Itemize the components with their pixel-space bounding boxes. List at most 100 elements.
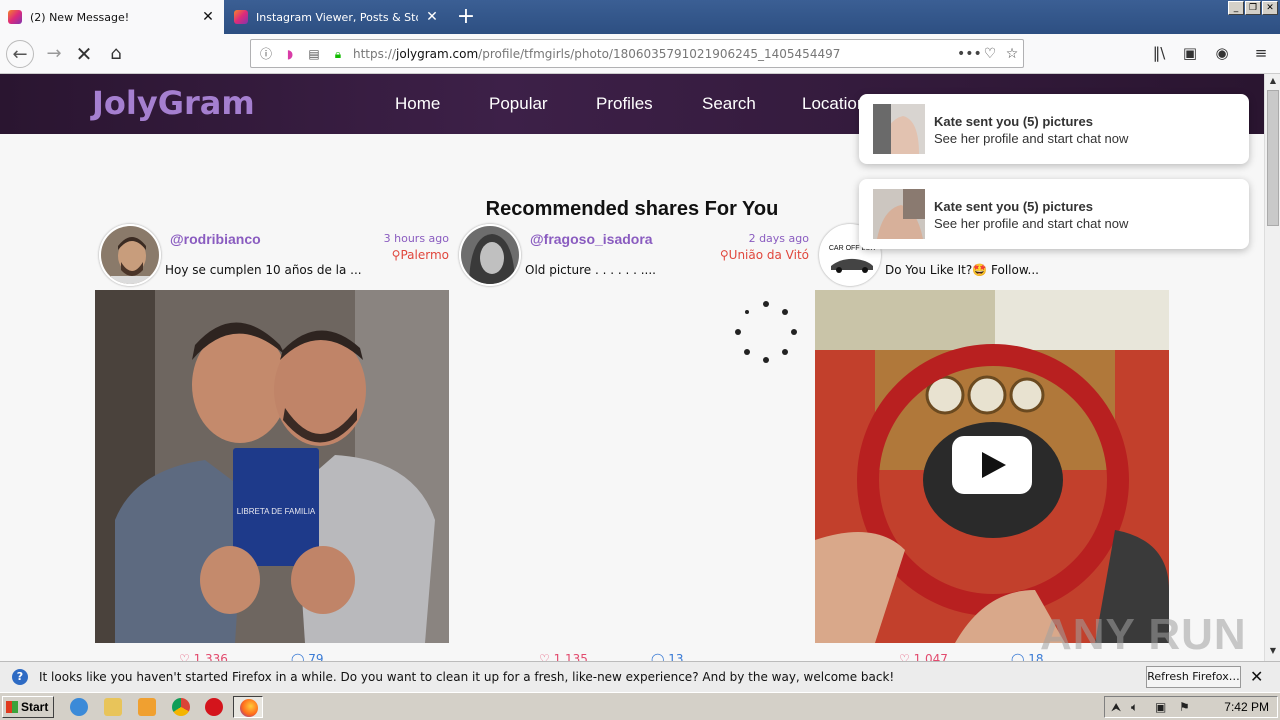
library-icon[interactable]: ‖\ [1148, 42, 1170, 64]
avatar[interactable] [459, 224, 521, 286]
info-icon[interactable]: ⓘ [257, 45, 275, 63]
minimize-button[interactable]: _ [1228, 1, 1244, 15]
taskbar: Start ⮝ 🔈︎ ▣ ⚑ 7:42 PM [0, 692, 1280, 720]
tab-title: (2) New Message! [30, 10, 130, 24]
post-username[interactable]: @rodribianco [170, 231, 261, 247]
system-tray: ⮝ 🔈︎ ▣ ⚑ 7:42 PM [1104, 696, 1278, 718]
post-caption: Do You Like It?🤩 Follow... [885, 263, 1039, 277]
site-logo[interactable]: JolyGram [92, 84, 255, 122]
volume-icon[interactable]: 🔈︎ [1131, 700, 1138, 715]
instagram-favicon-icon [8, 10, 22, 24]
instagram-favicon-icon [234, 10, 248, 24]
refresh-firefox-button[interactable]: Refresh Firefox… [1146, 666, 1241, 688]
post-time: 2 days ago [748, 232, 809, 245]
avatar-image [101, 226, 159, 284]
taskbar-firefox-button[interactable] [233, 696, 263, 718]
clock: 7:42 PM [1224, 700, 1269, 714]
menu-home[interactable]: Home [395, 94, 440, 114]
menu-popular[interactable]: Popular [489, 94, 548, 114]
post-time: 3 hours ago [383, 232, 449, 245]
close-window-button[interactable]: ✕ [1262, 1, 1278, 15]
tab-new-message[interactable]: (2) New Message! ✕ [0, 0, 224, 34]
firefox-notification-bar: ? It looks like you haven't started Fire… [0, 661, 1280, 692]
permissions-icon[interactable]: ▤ [305, 45, 323, 63]
ie-icon[interactable] [70, 698, 88, 716]
post-caption: Hoy se cumplen 10 años de la ... [165, 263, 362, 277]
likes-count: ♡ 1,047 [899, 652, 948, 661]
media-player-icon[interactable] [138, 698, 156, 716]
lock-icon[interactable]: 🔒︎ [329, 45, 347, 63]
tray-arrow-icon[interactable]: ⮝ [1111, 700, 1121, 715]
tracking-shield-icon[interactable]: ◗ [281, 45, 299, 63]
network-icon[interactable]: ▣ [1155, 700, 1166, 714]
toast-title: Kate sent you (5) pictures [934, 114, 1093, 129]
toast-thumbnail [873, 104, 925, 154]
notification-message: It looks like you haven't started Firefo… [39, 670, 895, 684]
menu-search[interactable]: Search [702, 94, 756, 114]
tab-title: Instagram Viewer, Posts & Story & [256, 10, 418, 24]
pocket-icon[interactable]: ♡ [979, 46, 1001, 62]
tab-close-icon[interactable]: ✕ [200, 9, 216, 25]
location-pin-icon: ⚲ [719, 248, 729, 262]
message-notification-toast[interactable]: Kate sent you (5) pictures See her profi… [859, 94, 1249, 164]
new-tab-button[interactable]: + [452, 3, 480, 31]
opera-icon[interactable] [205, 698, 223, 716]
location-label: Palermo [400, 248, 449, 262]
close-notification-icon[interactable]: ✕ [1250, 667, 1263, 686]
menu-icon[interactable]: ≡ [1250, 42, 1272, 64]
scroll-down-arrow-icon[interactable]: ▼ [1265, 646, 1280, 660]
play-button[interactable] [952, 436, 1032, 494]
toast-body: See her profile and start chat now [934, 131, 1129, 146]
likes-count: ♡ 1,135 [539, 652, 588, 661]
toast-thumbnail [873, 189, 925, 239]
url-bar[interactable]: ⓘ ◗ ▤ 🔒︎ https://jolygram.com/profile/tf… [250, 39, 1024, 68]
sidebar-icon[interactable]: ▣ [1179, 42, 1201, 64]
firefox-icon [240, 699, 258, 717]
post-video[interactable] [815, 290, 1169, 643]
info-icon: ? [12, 669, 28, 685]
scroll-up-arrow-icon[interactable]: ▲ [1265, 76, 1280, 90]
explorer-folder-icon[interactable] [104, 698, 122, 716]
anyrun-watermark: ANY RUN [1040, 610, 1247, 659]
page-scrollbar[interactable]: ▲ ▼ [1264, 74, 1280, 661]
play-icon [982, 452, 1006, 478]
menu-profiles[interactable]: Profiles [596, 94, 653, 114]
comments-count: ◯ 13 [651, 652, 684, 661]
post-photo[interactable]: LIBRETA DE FAMILIA [95, 290, 449, 643]
bookmark-star-icon[interactable]: ☆ [1001, 46, 1023, 62]
location-label: União da Vitó [728, 248, 809, 262]
chrome-icon[interactable] [172, 698, 190, 716]
url-scheme: https:// [353, 46, 397, 61]
tab-instagram-viewer[interactable]: Instagram Viewer, Posts & Story & ✕ [226, 0, 448, 34]
tab-close-icon[interactable]: ✕ [424, 9, 440, 25]
post-location[interactable]: ⚲Palermo [392, 248, 449, 262]
flag-icon[interactable]: ⚑ [1179, 700, 1190, 714]
url-host: jolygram.com [396, 46, 479, 61]
nav-bar: ← → ✕ ⌂ ⓘ ◗ ▤ 🔒︎ https://jolygram.com/pr… [0, 34, 1280, 74]
start-label: Start [21, 700, 49, 714]
booklet-text: LIBRETA DE FAMILIA [237, 507, 316, 516]
toast-title: Kate sent you (5) pictures [934, 199, 1093, 214]
url-path: /profile/tfmgirls/photo/1806035791021906… [478, 46, 841, 61]
tab-strip: (2) New Message! ✕ Instagram Viewer, Pos… [0, 0, 1280, 34]
message-notification-toast[interactable]: Kate sent you (5) pictures See her profi… [859, 179, 1249, 249]
toast-body: See her profile and start chat now [934, 216, 1129, 231]
page-actions-icon[interactable]: ••• [957, 46, 982, 62]
comments-count: ◯ 18 [1011, 652, 1044, 661]
loading-spinner-icon [735, 301, 797, 363]
post-username[interactable]: @fragoso_isadora [530, 231, 653, 247]
url-text[interactable]: https://jolygram.com/profile/tfmgirls/ph… [353, 47, 957, 61]
home-button[interactable]: ⌂ [102, 40, 130, 68]
restore-button[interactable]: ❐ [1245, 1, 1261, 15]
scrollbar-thumb[interactable] [1267, 90, 1279, 226]
stop-loading-button[interactable]: ✕ [70, 40, 98, 68]
couple-photo-image: LIBRETA DE FAMILIA [95, 290, 449, 643]
comments-count: ◯ 79 [291, 652, 324, 661]
post-caption: Old picture . . . . . . .... [525, 263, 656, 277]
avatar[interactable] [99, 224, 161, 286]
post-location[interactable]: ⚲União da Vitó [720, 248, 809, 262]
account-icon[interactable]: ◉ [1211, 42, 1233, 64]
back-button[interactable]: ← [6, 40, 34, 68]
start-button[interactable]: Start [2, 696, 54, 718]
forward-button[interactable]: → [40, 40, 68, 68]
